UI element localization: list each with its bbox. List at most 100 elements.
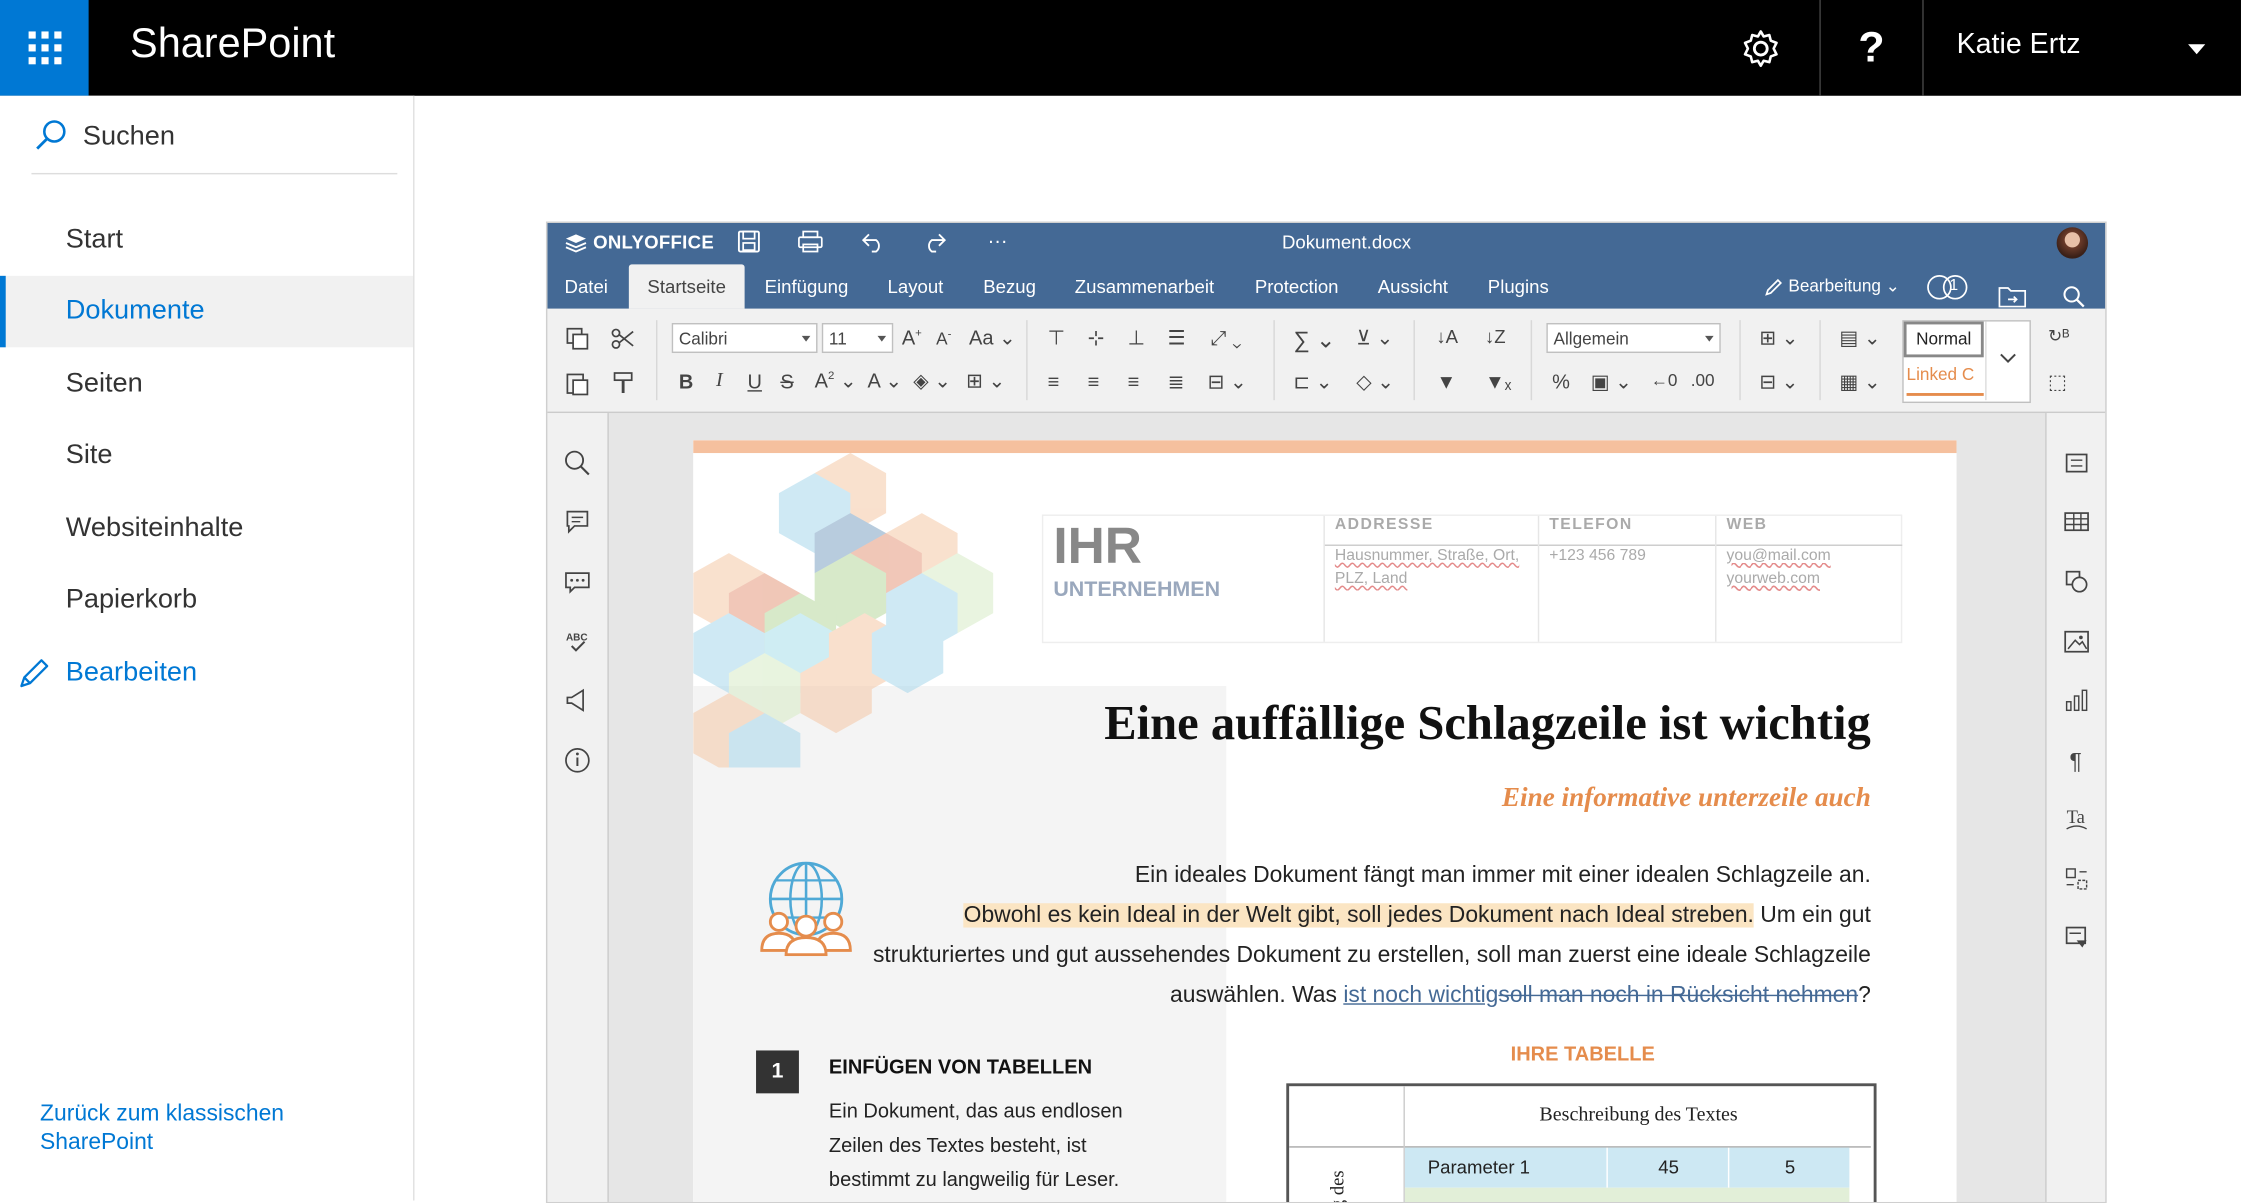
- tab-protection[interactable]: Protection: [1255, 264, 1339, 308]
- orientation-icon[interactable]: ⤢ ⌄: [1211, 326, 1242, 350]
- tab-einfuegung[interactable]: Einfügung: [765, 264, 849, 308]
- nav-item-websiteinhalte[interactable]: Websiteinhalte: [0, 493, 413, 564]
- increase-font-icon[interactable]: A+: [902, 326, 922, 349]
- delete-cells-icon[interactable]: ⊟ ⌄: [1759, 370, 1798, 394]
- decrease-decimal-icon[interactable]: ←0: [1651, 370, 1678, 390]
- insert-function-icon[interactable]: ⊏ ⌄: [1293, 370, 1332, 394]
- tracked-deletion[interactable]: soll man noch in Rücksicht nehmen: [1498, 983, 1858, 1007]
- filter-icon[interactable]: ▼: [1436, 370, 1456, 393]
- paste-icon[interactable]: [565, 370, 591, 396]
- text-art-icon[interactable]: Ta: [2062, 805, 2091, 834]
- chevron-down-icon[interactable]: [2188, 44, 2206, 55]
- edit-links-button[interactable]: Bearbeiten: [0, 637, 413, 708]
- style-linked[interactable]: Linked C: [1906, 364, 1984, 396]
- font-size-select[interactable]: 11: [821, 322, 894, 354]
- app-title[interactable]: SharePoint: [130, 21, 335, 68]
- underline-icon[interactable]: U: [747, 370, 761, 393]
- sort-ascending-icon[interactable]: ↓A: [1436, 326, 1458, 347]
- classic-sharepoint-link[interactable]: Zurück zum klassischen SharePoint: [40, 1100, 326, 1157]
- align-center-icon[interactable]: ≡: [1088, 370, 1100, 393]
- change-case-icon[interactable]: Aa ⌄: [969, 326, 1016, 350]
- tab-aussicht[interactable]: Aussicht: [1378, 264, 1448, 308]
- tab-plugins[interactable]: Plugins: [1488, 264, 1549, 308]
- spellcheck-icon[interactable]: ABC: [563, 627, 592, 656]
- settings-button[interactable]: [1701, 0, 1821, 96]
- app-launcher-button[interactable]: [0, 0, 89, 96]
- percent-icon[interactable]: %: [1552, 370, 1570, 393]
- redo-icon[interactable]: [922, 229, 948, 255]
- select-icon[interactable]: ⬚: [2048, 370, 2067, 394]
- tab-zusammenarbeit[interactable]: Zusammenarbeit: [1075, 264, 1214, 308]
- edit-mode-button[interactable]: Bearbeitung ⌄: [1764, 264, 1900, 308]
- style-gallery[interactable]: Normal Linked C: [1902, 320, 2031, 404]
- chart-settings-icon[interactable]: [2062, 686, 2091, 715]
- users-button[interactable]: 1: [1927, 264, 1973, 308]
- feedback-icon[interactable]: [563, 686, 592, 715]
- conditional-format-icon[interactable]: ▤ ⌄: [1839, 326, 1880, 350]
- print-icon[interactable]: [796, 229, 825, 255]
- superscript-icon[interactable]: A2 ⌄: [815, 369, 857, 393]
- table-row[interactable]: Parameter 1 45 5: [1404, 1147, 1850, 1188]
- tab-bezug[interactable]: Bezug: [983, 264, 1036, 308]
- clear-filter-icon[interactable]: ▼ₓ: [1485, 370, 1511, 393]
- clear-icon[interactable]: ◇ ⌄: [1356, 370, 1394, 394]
- undo-icon[interactable]: [860, 229, 886, 255]
- save-icon[interactable]: [736, 229, 762, 255]
- nav-item-site[interactable]: Site: [0, 420, 413, 491]
- font-color-icon[interactable]: A ⌄: [868, 369, 903, 393]
- align-right-icon[interactable]: ≡: [1128, 370, 1140, 393]
- shape-settings-icon[interactable]: [2062, 567, 2091, 596]
- align-middle-icon[interactable]: ⊹: [1088, 326, 1105, 350]
- info-icon[interactable]: [563, 746, 592, 775]
- align-bottom-icon[interactable]: ⊥: [1128, 326, 1145, 350]
- format-painter-icon[interactable]: [610, 370, 636, 396]
- tab-datei[interactable]: Datei: [565, 264, 608, 308]
- chat-icon[interactable]: [563, 567, 592, 596]
- table-format-icon[interactable]: ▦ ⌄: [1839, 370, 1880, 394]
- tab-layout[interactable]: Layout: [888, 264, 944, 308]
- table-settings-icon[interactable]: [2062, 507, 2091, 536]
- nav-item-seiten[interactable]: Seiten: [0, 349, 413, 420]
- highlight-icon[interactable]: ◈ ⌄: [913, 369, 951, 393]
- style-normal[interactable]: Normal: [1903, 321, 1984, 358]
- replace-icon[interactable]: ↻ᴮ: [2048, 326, 2069, 346]
- nav-item-papierkorb[interactable]: Papierkorb: [0, 565, 413, 636]
- increase-decimal-icon[interactable]: .00: [1691, 370, 1715, 390]
- sum-icon[interactable]: ∑ ⌄: [1293, 326, 1335, 355]
- more-icon[interactable]: ···: [988, 229, 1008, 252]
- merge-cells-icon[interactable]: ⊟ ⌄: [1208, 370, 1247, 394]
- insert-cells-icon[interactable]: ⊞ ⌄: [1759, 326, 1798, 350]
- nav-item-start[interactable]: Start: [0, 204, 413, 275]
- strikethrough-icon[interactable]: S: [780, 370, 793, 393]
- document-page[interactable]: IHR UNTERNEHMEN ADDRESSE Hausnummer, Str…: [693, 440, 1957, 1202]
- pilcrow-icon[interactable]: ¶: [2062, 746, 2091, 775]
- decrease-font-icon[interactable]: A-: [936, 327, 951, 348]
- document-table[interactable]: Beschreibung des Textes g des Parameter …: [1286, 1083, 1877, 1202]
- justify-icon[interactable]: ≣: [1168, 370, 1185, 394]
- paragraph-settings-icon[interactable]: [2062, 449, 2091, 478]
- align-top-icon[interactable]: ⊤: [1048, 326, 1065, 350]
- currency-icon[interactable]: ▣ ⌄: [1591, 370, 1632, 394]
- align-left-icon[interactable]: ≡: [1048, 370, 1060, 393]
- italic-icon[interactable]: I: [716, 370, 723, 393]
- help-button[interactable]: ?: [1821, 0, 1924, 96]
- bold-icon[interactable]: B: [679, 370, 693, 393]
- avatar[interactable]: [2056, 227, 2089, 259]
- tracked-insertion[interactable]: ist noch wichtig: [1343, 983, 1498, 1007]
- comment-icon[interactable]: [563, 507, 592, 536]
- borders-icon[interactable]: ⊞ ⌄: [966, 369, 1005, 393]
- text-direction-icon[interactable]: ☰: [1168, 326, 1186, 350]
- user-name[interactable]: Katie Ertz: [1957, 29, 2081, 62]
- signature-settings-icon[interactable]: [2062, 923, 2091, 952]
- search-box[interactable]: Suchen: [31, 116, 398, 175]
- form-settings-icon[interactable]: [2062, 865, 2091, 894]
- font-name-select[interactable]: Calibri: [671, 322, 818, 354]
- nav-item-dokumente[interactable]: Dokumente: [0, 275, 414, 348]
- copy-icon[interactable]: [565, 326, 591, 352]
- sort-descending-icon[interactable]: ↓Z: [1485, 326, 1506, 347]
- scissors-icon[interactable]: [610, 326, 636, 352]
- search-icon[interactable]: [563, 449, 592, 478]
- image-settings-icon[interactable]: [2062, 627, 2091, 656]
- fill-icon[interactable]: ⊻ ⌄: [1356, 326, 1393, 350]
- tab-startseite[interactable]: Startseite: [628, 264, 745, 309]
